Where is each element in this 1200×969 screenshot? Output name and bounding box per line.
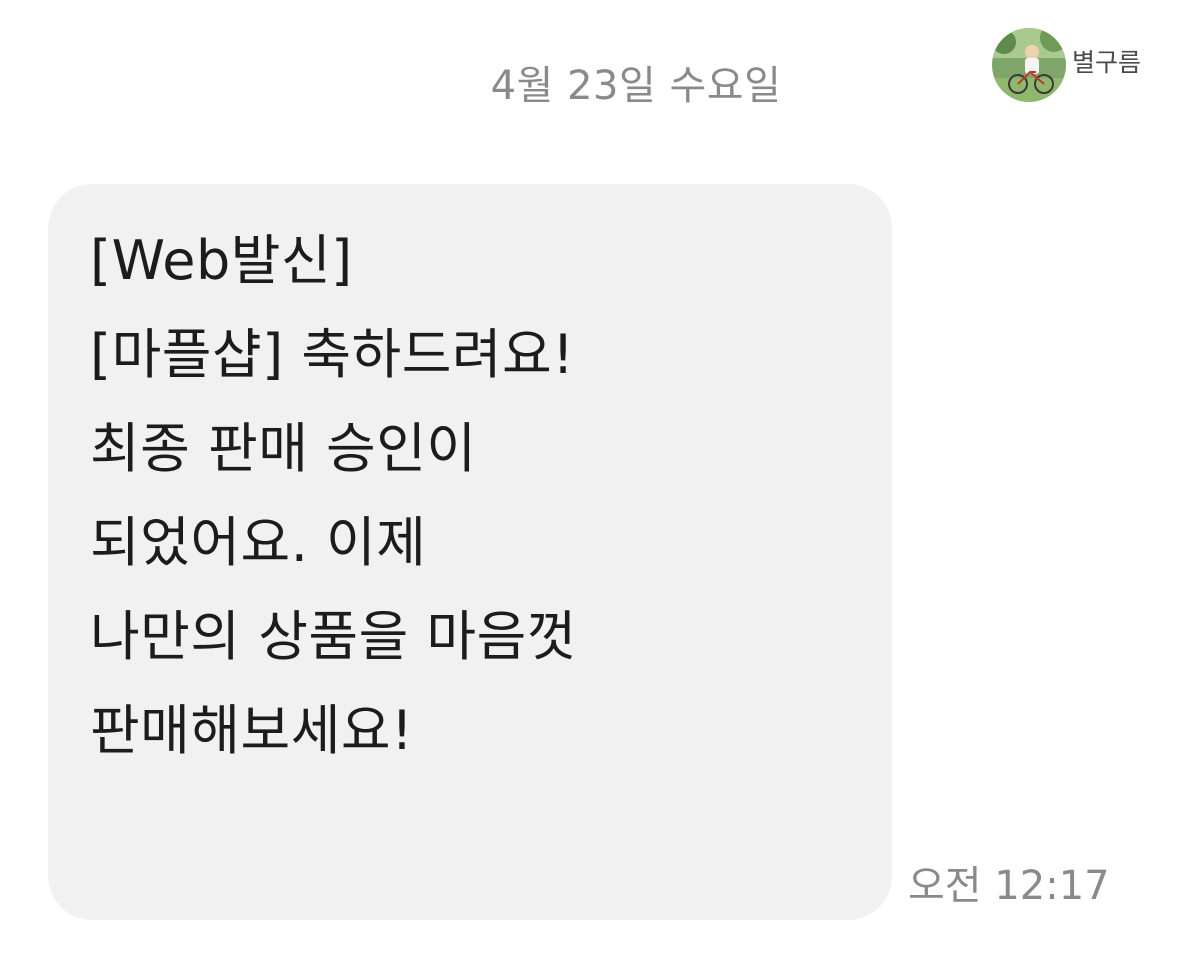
- sender-profile[interactable]: 별구름: [992, 28, 1141, 102]
- message-line: [마플샵] 축하드려요!: [90, 323, 575, 386]
- message-line: 최종 판매 승인이: [90, 417, 477, 480]
- message-line: 되었어요. 이제: [90, 511, 427, 574]
- avatar-image: [992, 28, 1066, 102]
- date-label: 4월 23일 수요일: [490, 63, 782, 109]
- message-line: 판매해보세요!: [90, 699, 414, 762]
- message-line: [Web발신]: [90, 229, 353, 292]
- message-bubble[interactable]: [Web발신] [마플샵] 축하드려요! 최종 판매 승인이 되었어요. 이제 …: [48, 184, 892, 920]
- avatar[interactable]: [992, 28, 1066, 102]
- message-line: 나만의 상품을 마음껏: [90, 605, 577, 668]
- sender-name: 별구름: [1072, 48, 1142, 77]
- message-timestamp: 오전 12:17: [908, 863, 1110, 909]
